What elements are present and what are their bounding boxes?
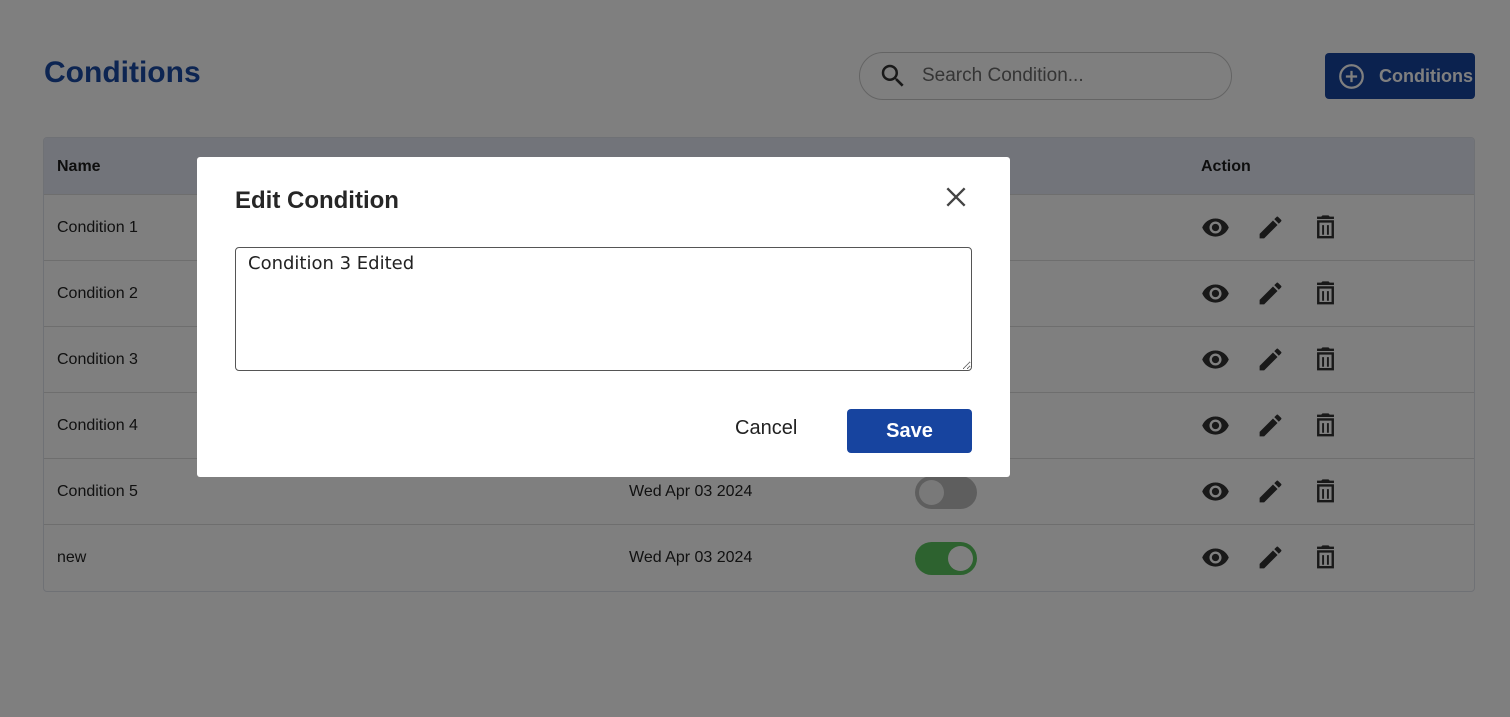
edit-condition-dialog: Edit Condition Cancel Save	[197, 157, 1010, 477]
close-icon	[946, 187, 966, 207]
close-button[interactable]	[943, 184, 969, 210]
cancel-button[interactable]: Cancel	[735, 417, 797, 440]
dialog-title: Edit Condition	[235, 187, 399, 214]
condition-textarea[interactable]	[235, 247, 972, 371]
save-button[interactable]: Save	[847, 409, 972, 453]
